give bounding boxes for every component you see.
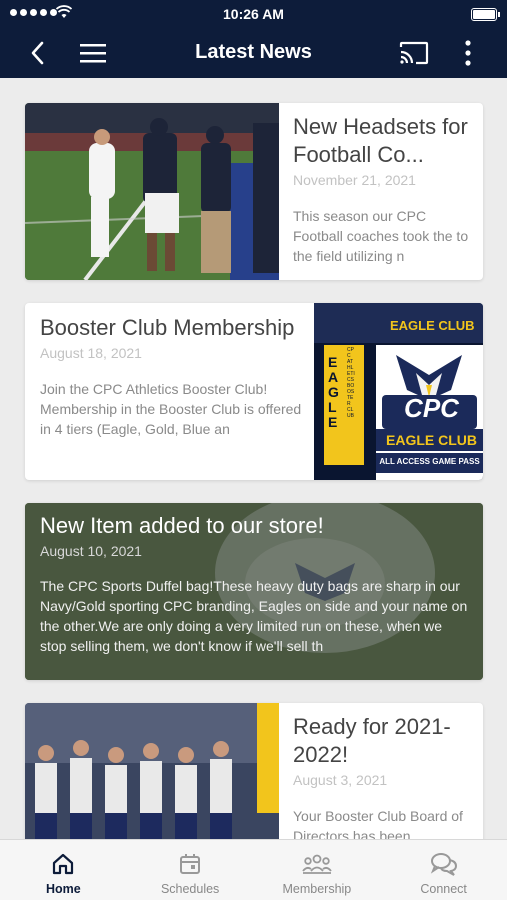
cast-button[interactable] xyxy=(399,38,429,68)
article-title: New Headsets for Football Co... xyxy=(293,114,468,167)
calendar-icon xyxy=(180,854,201,874)
tab-home[interactable]: Home xyxy=(0,840,127,900)
eagle-side-word: EAGLE xyxy=(328,354,339,430)
eagle-club-label: EAGLE CLUB xyxy=(386,432,477,448)
eagle-club-header: EAGLE CLUB xyxy=(390,318,475,333)
more-options-button[interactable] xyxy=(453,38,483,68)
tab-connect[interactable]: Connect xyxy=(380,840,507,900)
home-icon xyxy=(53,853,74,875)
article-excerpt: Join the CPC Athletics Booster Club! Mem… xyxy=(40,381,302,437)
news-card[interactable]: New Headsets for Football Co... November… xyxy=(25,103,483,280)
status-bar: 10:26 AM xyxy=(0,0,507,28)
battery-icon xyxy=(471,8,500,21)
eagle-club-pass-image: EAGLE CLUB EAGLE CPC ATHLETICS BOOSTER C… xyxy=(314,303,483,480)
cpc-logo-text: CPC xyxy=(404,393,459,423)
page-title: Latest News xyxy=(195,41,312,63)
article-title: Ready for 2021-2022! xyxy=(293,714,451,767)
group-icon xyxy=(302,854,332,874)
game-pass-label: ALL ACCESS GAME PASS xyxy=(379,457,480,466)
news-feed[interactable]: New Headsets for Football Co... November… xyxy=(0,78,507,840)
tab-label: Home xyxy=(46,882,81,896)
article-excerpt: Your Booster Club Board of Directors has… xyxy=(293,808,463,840)
chat-icon xyxy=(430,853,457,876)
article-excerpt: This season our CPC Football coaches too… xyxy=(293,208,469,264)
article-date: August 18, 2021 xyxy=(40,345,142,361)
news-card[interactable]: Ready for 2021-2022! August 3, 2021 Your… xyxy=(25,703,483,840)
status-time: 10:26 AM xyxy=(223,6,284,22)
article-date: November 21, 2021 xyxy=(293,172,416,188)
news-card[interactable]: New Item added to our store! August 10, … xyxy=(25,503,483,680)
cheerleaders-photo xyxy=(25,703,279,840)
article-title: New Item added to our store! xyxy=(40,513,324,538)
news-card[interactable]: Booster Club Membership August 18, 2021 … xyxy=(25,303,483,480)
football-sideline-photo xyxy=(25,103,279,280)
nav-bar: Latest News xyxy=(0,28,507,78)
article-date: August 3, 2021 xyxy=(293,772,388,788)
tab-label: Membership xyxy=(282,882,352,896)
article-excerpt: The CPC Sports Duffel bag!These heavy du… xyxy=(40,578,468,654)
tab-label: Schedules xyxy=(160,882,220,896)
article-title: Booster Club Membership xyxy=(40,315,295,340)
cast-icon xyxy=(399,41,429,65)
tab-schedules[interactable]: Schedules xyxy=(127,840,254,900)
tab-membership[interactable]: Membership xyxy=(254,840,381,900)
side-text: CPC ATHLETICS BOOSTER CLUB xyxy=(347,347,355,419)
tab-label: Connect xyxy=(420,882,467,896)
more-vertical-icon xyxy=(465,40,471,66)
article-date: August 10, 2021 xyxy=(40,543,142,559)
tab-bar: Home Schedules Membership Connect xyxy=(0,839,507,900)
